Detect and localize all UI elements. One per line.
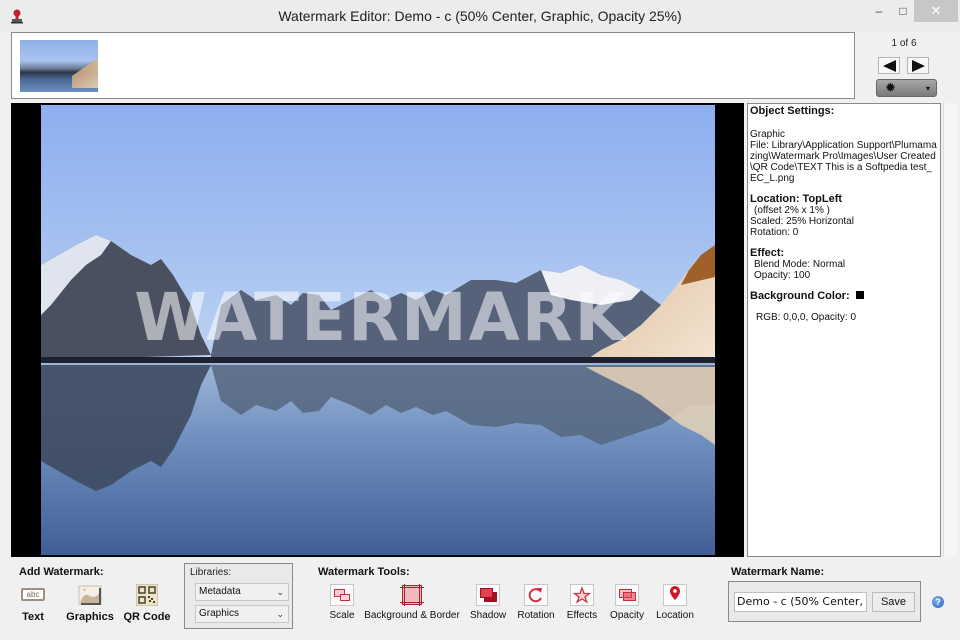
background-color-row: Background Color: [750, 291, 938, 302]
next-image-button[interactable] [907, 57, 929, 74]
chevron-down-icon: ⌄ [276, 609, 284, 619]
add-graphics-label: Graphics [66, 611, 114, 623]
rotation-icon [524, 584, 548, 606]
watermark-overlay-text[interactable]: WATERMARK [121, 283, 641, 353]
background-border-tool-label: Background & Border [364, 610, 460, 621]
location-pin-icon [663, 584, 687, 606]
gear-icon: ✹ [885, 80, 896, 95]
libraries-group: Libraries: Metadata ⌄ Graphics ⌄ [184, 563, 293, 629]
object-settings-header: Object Settings: [750, 105, 835, 117]
add-graphics-button[interactable]: Graphics [64, 584, 116, 623]
object-settings-panel: Object Settings: Graphic File: Library\A… [747, 103, 941, 557]
rotation-tool-button[interactable]: Rotation [516, 584, 556, 621]
scale-icon [330, 584, 354, 606]
image-filmstrip [11, 32, 855, 99]
watermark-name-label: Watermark Name: [731, 566, 825, 578]
window-title: Watermark Editor: Demo - c (50% Center, … [278, 8, 682, 24]
opacity-tool-label: Opacity [610, 610, 644, 621]
watermark-name-group: Demo - c (50% Center, G Save [728, 581, 921, 622]
help-icon[interactable]: ? [932, 596, 944, 608]
effects-tool-label: Effects [566, 610, 598, 621]
background-rgb-value: RGB: 0,0,0, Opacity: 0 [756, 312, 857, 323]
rotation-value: Rotation: 0 [750, 227, 799, 238]
object-type: Graphic [750, 129, 786, 140]
close-button[interactable]: ✕ [914, 0, 958, 22]
scale-tool-label: Scale [329, 610, 355, 621]
location-tool-label: Location [656, 610, 694, 621]
background-border-tool-button[interactable]: Background & Border [364, 584, 460, 621]
blend-mode-value: Blend Mode: Normal [754, 259, 846, 270]
thumbnail-detail [72, 58, 98, 88]
shadow-tool-button[interactable]: Shadow [470, 584, 506, 621]
settings-menu-button[interactable]: ✹ ▾ [876, 79, 937, 97]
qr-code-icon [136, 584, 158, 606]
watermark-name-input[interactable]: Demo - c (50% Center, G [734, 592, 867, 612]
scale-tool-button[interactable]: Scale [326, 584, 358, 621]
image-icon [78, 585, 102, 605]
text-box-icon: abc [21, 588, 45, 601]
metadata-select-value: Metadata [199, 586, 241, 597]
title-bar: Watermark Editor: Demo - c (50% Center, … [0, 0, 960, 32]
background-color-swatch [855, 291, 864, 299]
add-text-label: Text [22, 611, 44, 623]
add-watermark-label: Add Watermark: [19, 566, 104, 578]
triangle-right-icon [912, 60, 925, 72]
save-button[interactable]: Save [872, 592, 915, 612]
preview-canvas: WATERMARK [11, 103, 744, 557]
graphics-select-value: Graphics [199, 608, 240, 619]
preview-photo: WATERMARK [41, 105, 715, 555]
page-indicator: 1 of 6 [891, 38, 917, 49]
opacity-icon [615, 584, 639, 606]
add-text-button[interactable]: abc Text [14, 584, 52, 623]
add-qr-code-button[interactable]: QR Code [122, 584, 172, 623]
graphics-library-select[interactable]: Graphics ⌄ [195, 605, 289, 623]
location-tool-button[interactable]: Location [654, 584, 696, 621]
opacity-tool-button[interactable]: Opacity [608, 584, 646, 621]
effect-header: Effect: [750, 247, 785, 259]
watermark-tools-label: Watermark Tools: [318, 566, 410, 578]
opacity-value: Opacity: 100 [754, 270, 811, 281]
add-qr-code-label: QR Code [123, 611, 171, 623]
effects-tool-button[interactable]: Effects [564, 584, 600, 621]
triangle-left-icon [883, 60, 896, 72]
shadow-tool-label: Shadow [470, 610, 507, 621]
background-color-header: Background Color: [750, 290, 850, 302]
metadata-library-select[interactable]: Metadata ⌄ [195, 583, 289, 601]
settings-scrollbar[interactable] [943, 103, 957, 557]
object-file-path: File: Library\Application Support\Plumam… [750, 140, 937, 184]
previous-image-button[interactable] [878, 57, 900, 74]
shadow-icon [476, 584, 500, 606]
image-thumbnail[interactable] [20, 40, 98, 92]
scaled-value: Scaled: 25% Horizontal [750, 216, 854, 227]
location-offset: (offset 2% x 1% ) [754, 205, 830, 216]
rotation-tool-label: Rotation [517, 610, 555, 621]
location-header: Location: TopLeft [750, 193, 843, 205]
background-border-icon [400, 584, 424, 606]
chevron-down-icon: ▾ [925, 84, 930, 93]
chevron-down-icon: ⌄ [276, 587, 284, 597]
libraries-label: Libraries: [190, 567, 232, 578]
effects-star-icon [570, 584, 594, 606]
